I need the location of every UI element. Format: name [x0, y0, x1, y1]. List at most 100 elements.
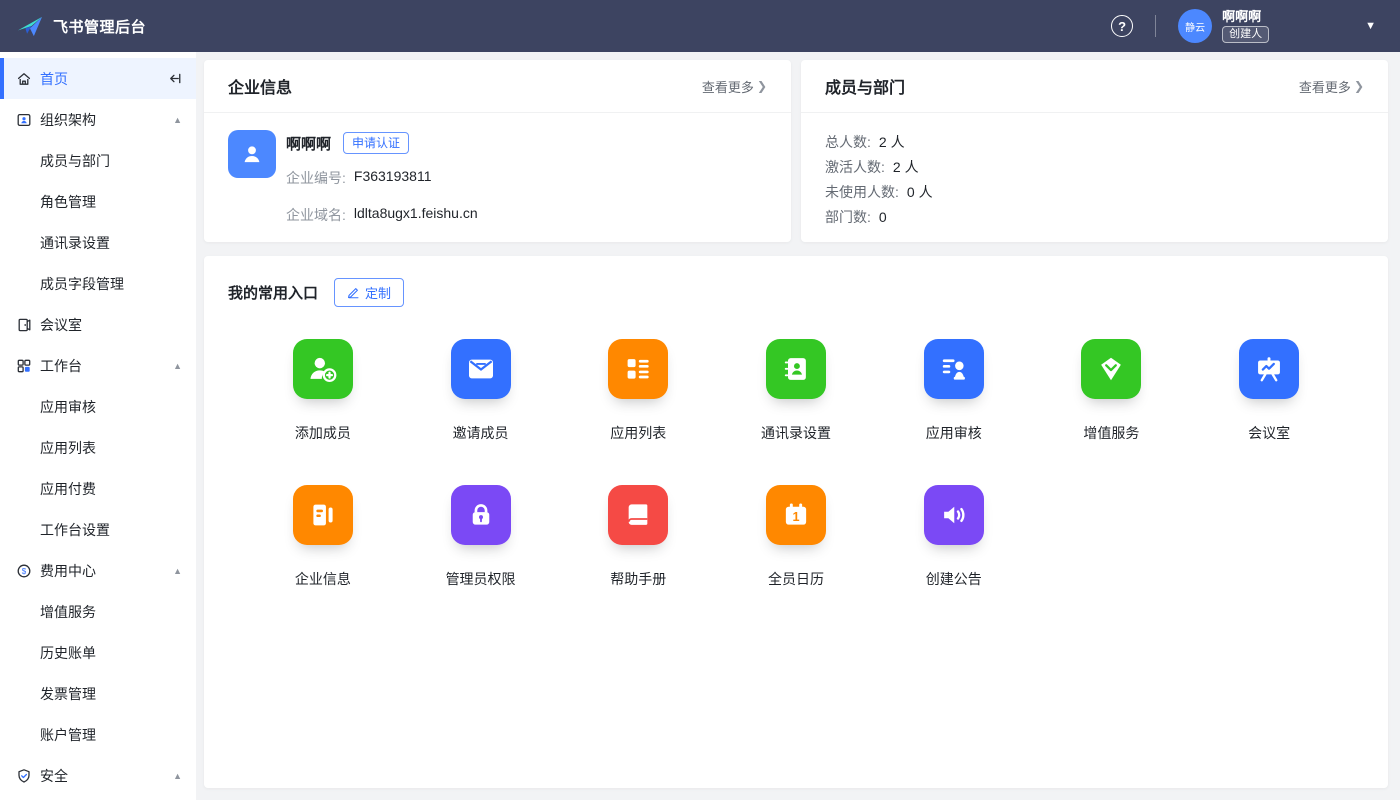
app-title: 飞书管理后台 [53, 16, 146, 37]
company-card-body: 啊啊啊 申请认证 企业编号: F363193811 企业域名:ldlta8ugx1.… [204, 113, 791, 242]
shortcut-app-list[interactable]: 应用列表 [559, 339, 717, 443]
shortcut-contacts-settings[interactable]: 通讯录设置 [717, 339, 875, 443]
sidebar-item-security[interactable]: 安全▲ [0, 755, 196, 796]
stat-row: 部门数:0 [825, 204, 1364, 229]
chevron-up-icon[interactable]: ▲ [173, 771, 182, 781]
chevron-down-icon[interactable]: ▼ [1365, 20, 1376, 32]
shortcut-label: 增值服务 [1083, 423, 1139, 443]
stat-row: 总人数:2 人 [825, 129, 1364, 154]
sidebar-item-label: 组织架构 [40, 110, 173, 130]
sidebar-subitem-app-list[interactable]: 应用列表 [0, 427, 196, 468]
collapse-sidebar-icon[interactable] [167, 71, 182, 86]
shortcut-label: 企业信息 [295, 569, 351, 589]
shortcut-help-manual[interactable]: 帮助手册 [559, 485, 717, 589]
company-field-row: 企业域名:ldlta8ugx1.feishu.cn [286, 205, 478, 225]
chevron-up-icon[interactable]: ▲ [173, 361, 182, 371]
members-card-header: 成员与部门 查看更多 ❯ [801, 60, 1388, 113]
company-card-header: 企业信息 查看更多 ❯ [204, 60, 791, 113]
members-view-more-link[interactable]: 查看更多 ❯ [1299, 77, 1364, 96]
shortcut-label: 应用列表 [610, 423, 666, 443]
meeting-rooms-icon [1239, 339, 1299, 399]
pencil-icon [347, 286, 360, 299]
sidebar-item-label: 首页 [40, 69, 167, 89]
help-icon[interactable]: ? [1111, 15, 1133, 37]
sidebar-subitem-member-field-management[interactable]: 成员字段管理 [0, 263, 196, 304]
stat-value: 0 [879, 209, 887, 225]
shortcut-company-info[interactable]: 企业信息 [244, 485, 402, 589]
invite-member-icon [451, 339, 511, 399]
sidebar-subitem-members-departments[interactable]: 成员与部门 [0, 140, 196, 181]
sidebar-subitem-workplace-settings[interactable]: 工作台设置 [0, 509, 196, 550]
top-card-row: 企业信息 查看更多 ❯ 啊啊啊 申请认证 [204, 60, 1388, 242]
shortcuts-header: 我的常用入口 定制 [204, 256, 1388, 311]
chevron-up-icon[interactable]: ▲ [173, 566, 182, 576]
shortcut-label: 会议室 [1248, 423, 1290, 443]
company-details: 啊啊啊 申请认证 企业编号: F363193811 企业域名:ldlta8ugx1.… [286, 130, 478, 242]
org-icon [16, 112, 32, 128]
company-view-more-link[interactable]: 查看更多 ❯ [702, 77, 767, 96]
shortcut-app-review[interactable]: 应用审核 [875, 339, 1033, 443]
person-icon [239, 141, 265, 167]
members-departments-card: 成员与部门 查看更多 ❯ 总人数:2 人激活人数:2 人未使用人数: 0 人部门数… [801, 60, 1388, 242]
svg-text:1: 1 [792, 510, 799, 524]
chevron-up-icon[interactable]: ▲ [173, 115, 182, 125]
all-staff-calendar-icon: 1 [766, 485, 826, 545]
field-value: ldlta8ugx1.feishu.cn [354, 205, 478, 225]
company-info-card: 企业信息 查看更多 ❯ 啊啊啊 申请认证 [204, 60, 791, 242]
stat-label: 激活人数: [825, 157, 885, 177]
sidebar-nav: 首页组织架构▲成员与部门角色管理通讯录设置成员字段管理会议室工作台▲应用审核应用… [0, 52, 196, 800]
sidebar-subitem-app-payment[interactable]: 应用付费 [0, 468, 196, 509]
field-label: 企业编号: [286, 168, 346, 188]
sidebar-subitem-invoice-management[interactable]: 发票管理 [0, 673, 196, 714]
sidebar-item-label: 安全 [40, 766, 173, 786]
sidebar-item-workplace[interactable]: 工作台▲ [0, 345, 196, 386]
workplace-icon [16, 358, 32, 374]
shortcut-label: 全员日历 [768, 569, 824, 589]
shortcut-all-staff-calendar[interactable]: 1 全员日历 [717, 485, 875, 589]
frequent-entries-card: 我的常用入口 定制 添加成员邀请成员应用列表 通讯录设置 应用审核增值服务 会议室企业… [204, 256, 1388, 788]
help-manual-icon [608, 485, 668, 545]
sidebar-item-meeting-rooms[interactable]: 会议室 [0, 304, 196, 345]
shortcut-invite-member[interactable]: 邀请成员 [402, 339, 560, 443]
members-stats: 总人数:2 人激活人数:2 人未使用人数: 0 人部门数:0 [801, 113, 1388, 229]
sidebar-subitem-value-added-services[interactable]: 增值服务 [0, 591, 196, 632]
company-name: 啊啊啊 [286, 133, 331, 154]
create-announcement-icon [924, 485, 984, 545]
stat-value: 0 人 [907, 182, 933, 202]
chevron-right-icon: ❯ [1354, 79, 1364, 93]
home-icon [16, 71, 32, 87]
sidebar-item-label: 会议室 [40, 315, 182, 335]
shortcut-label: 通讯录设置 [761, 423, 831, 443]
sidebar-item-billing-center[interactable]: $费用中心▲ [0, 550, 196, 591]
sidebar-item-org-structure[interactable]: 组织架构▲ [0, 99, 196, 140]
avatar: 静云 [1178, 9, 1212, 43]
shortcut-value-added-services[interactable]: 增值服务 [1033, 339, 1191, 443]
sidebar-subitem-account-management[interactable]: 账户管理 [0, 714, 196, 755]
shortcut-create-announcement[interactable]: 创建公告 [875, 485, 1033, 589]
top-header: 飞书管理后台 ? 静云 啊啊啊 创建人 ▼ [0, 0, 1400, 52]
company-field-row: 企业编号: F363193811 [286, 168, 478, 188]
shortcut-meeting-rooms[interactable]: 会议室 [1190, 339, 1348, 443]
field-value: F363193811 [354, 168, 432, 188]
company-info-icon [293, 485, 353, 545]
user-name: 啊啊啊 [1222, 10, 1269, 23]
sidebar-subitem-role-management[interactable]: 角色管理 [0, 181, 196, 222]
sidebar-subitem-app-review[interactable]: 应用审核 [0, 386, 196, 427]
main-content: 企业信息 查看更多 ❯ 啊啊啊 申请认证 [196, 52, 1400, 800]
shortcut-label: 帮助手册 [610, 569, 666, 589]
stat-label: 总人数: [825, 132, 871, 152]
sidebar-subitem-contacts-settings[interactable]: 通讯录设置 [0, 222, 196, 263]
company-name-row: 啊啊啊 申请认证 [286, 132, 478, 154]
shortcut-add-member[interactable]: 添加成员 [244, 339, 402, 443]
sidebar-subitem-billing-history[interactable]: 历史账单 [0, 632, 196, 673]
sidebar-item-home[interactable]: 首页 [0, 58, 196, 99]
user-menu[interactable]: 静云 啊啊啊 创建人 ▼ [1178, 9, 1376, 43]
members-card-title: 成员与部门 [825, 74, 905, 98]
company-fields: 企业编号: F363193811 企业域名:ldlta8ugx1.feishu.cn [286, 168, 478, 242]
shortcut-admin-permissions[interactable]: 管理员权限 [402, 485, 560, 589]
stat-row: 激活人数:2 人 [825, 154, 1364, 179]
apply-verification-button[interactable]: 申请认证 [343, 132, 409, 154]
app-review-icon [924, 339, 984, 399]
stat-label: 未使用人数: [825, 182, 899, 202]
customize-button[interactable]: 定制 [334, 278, 404, 307]
